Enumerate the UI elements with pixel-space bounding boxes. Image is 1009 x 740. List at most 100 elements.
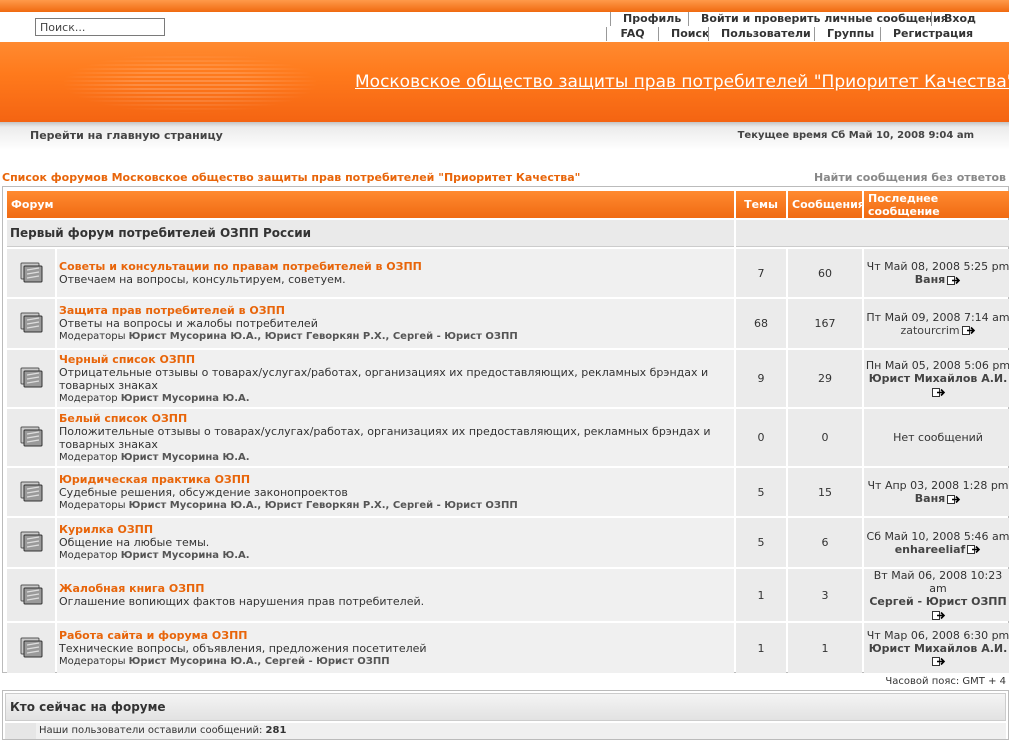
forum-topics-count: 68 (736, 299, 787, 348)
forum-info: Жалобная книга ОЗПП Оглашение вопиющих фа… (57, 569, 735, 621)
moderator-names[interactable]: Юрист Мусорина Ю.А. (121, 393, 250, 404)
forum-icon-cell (7, 299, 55, 348)
forum-info: Юридическая практика ОЗПП Судебные решени… (57, 468, 735, 516)
forum-info: Черный список ОЗПП Отрицательные отзывы о… (57, 350, 735, 407)
forum-posts-count: 167 (788, 299, 863, 348)
moderator-names[interactable]: Юрист Мусорина Ю.А. (121, 550, 250, 561)
nav-login-messages[interactable]: Войти и проверить личные сообщения (688, 12, 948, 26)
forum-last-post: Сб Май 10, 2008 5:46 am enhareeliaf (864, 518, 1009, 567)
nav-users[interactable]: Пользователи (708, 27, 814, 41)
nav-search[interactable]: Поиск (658, 27, 709, 41)
posts-total-count: 281 (265, 725, 287, 736)
category-title[interactable]: Первый форум потребителей ОЗПП России (7, 220, 735, 247)
last-post-author[interactable]: enhareeliaf (895, 543, 966, 556)
search-input[interactable] (35, 18, 165, 36)
forum-title-link[interactable]: Черный список ОЗПП (59, 353, 732, 366)
moderator-names[interactable]: Юрист Мусорина Ю.А., Юрист Геворкян Р.Х.… (129, 500, 518, 511)
forum-icon-cell (7, 350, 55, 407)
last-post-author[interactable]: Сергей - Юрист ОЗПП (869, 595, 1006, 608)
online-stats-row: Наши пользователи оставили сообщений: 28… (5, 723, 1006, 739)
forum-last-post: Чт Май 08, 2008 5:25 pm Ваня (864, 249, 1009, 297)
folder-icon (18, 312, 44, 338)
forum-row: Курилка ОЗПП Общение на любые темы. Модера… (7, 518, 1009, 567)
moderator-names[interactable]: Юрист Мусорина Ю.А., Юрист Геворкян Р.Х.… (129, 331, 518, 342)
forum-table-container: Форум Темы Сообщения Последнее сообщение… (2, 186, 1009, 673)
nav-register[interactable]: Регистрация (880, 27, 978, 41)
folder-icon (18, 584, 44, 610)
forum-last-post: Вт Май 06, 2008 10:23 am Сергей - Юрист О… (864, 569, 1009, 621)
last-post-author[interactable]: zatourcrim (900, 324, 959, 337)
forum-title-link[interactable]: Жалобная книга ОЗПП (59, 582, 732, 595)
moderator-label: Модераторы (59, 499, 126, 511)
last-post-date: Чт Май 08, 2008 5:25 pm (866, 260, 1009, 273)
forum-title-link[interactable]: Работа сайта и форума ОЗПП (59, 629, 732, 642)
last-post-date: Вт Май 06, 2008 10:23 am (873, 569, 1003, 595)
nav-login[interactable]: Вход (931, 12, 979, 26)
forum-row: Белый список ОЗПП Положительные отзывы о … (7, 409, 1009, 466)
forum-info: Защита прав потребителей в ОЗПП Ответы на… (57, 299, 735, 348)
posts-total-label: Наши пользователи оставили сообщений: (39, 725, 263, 736)
forum-title-link[interactable]: Советы и консультации по правам потребит… (59, 260, 732, 273)
forum-moderators: Модератор Юрист Мусорина Ю.А. (59, 549, 732, 562)
moderator-label: Модератор (59, 392, 118, 404)
top-orange-bar (0, 0, 1009, 12)
forum-moderators: Модераторы Юрист Мусорина Ю.А., Сергей -… (59, 655, 732, 668)
nav-row-2: FAQ Поиск Пользователи Группы Регистраци… (606, 27, 978, 41)
header-topics: Темы (736, 191, 787, 218)
forum-info: Работа сайта и форума ОЗПП Технические во… (57, 623, 735, 673)
goto-last-post-icon[interactable] (960, 324, 976, 337)
forum-last-post: Пт Май 09, 2008 7:14 am zatourcrim (864, 299, 1009, 348)
last-post-author[interactable]: Ваня (915, 492, 945, 505)
breadcrumb[interactable]: Список форумов Московское общество защит… (2, 171, 580, 184)
forum-table: Форум Темы Сообщения Последнее сообщение… (5, 189, 1009, 675)
forum-moderators: Модератор Юрист Мусорина Ю.А. (59, 451, 732, 464)
moderator-names[interactable]: Юрист Мусорина Ю.А., Сергей - Юрист ОЗПП (129, 656, 390, 667)
nav-profile[interactable]: Профиль (610, 12, 688, 26)
last-post-author[interactable]: Юрист Михайлов А.И. (869, 642, 1008, 655)
moderator-label: Модераторы (59, 331, 126, 342)
forum-description: Положительные отзывы о товарах/услугах/р… (59, 424, 711, 451)
goto-last-post-icon[interactable] (930, 385, 946, 398)
forum-row: Работа сайта и форума ОЗПП Технические во… (7, 623, 1009, 673)
goto-last-post-icon[interactable] (945, 273, 961, 286)
forum-posts-count: 0 (788, 409, 863, 466)
forum-topics-count: 0 (736, 409, 787, 466)
goto-last-post-icon[interactable] (965, 543, 981, 556)
forum-posts-count: 3 (788, 569, 863, 621)
forum-title-link[interactable]: Защита прав потребителей в ОЗПП (59, 304, 732, 317)
forum-posts-count: 6 (788, 518, 863, 567)
unanswered-posts-link[interactable]: Найти сообщения без ответов (814, 171, 1006, 184)
forum-description: Общение на любые темы. (59, 536, 210, 549)
goto-last-post-icon[interactable] (930, 655, 946, 668)
last-post-author[interactable]: Юрист Михайлов А.И. (869, 372, 1008, 385)
forum-title-link[interactable]: Белый список ОЗПП (59, 412, 732, 425)
forum-topics-count: 9 (736, 350, 787, 407)
last-post-date: Пн Май 05, 2008 5:06 pm (865, 359, 1009, 372)
last-post-date: Сб Май 10, 2008 5:46 am (866, 529, 1009, 543)
forum-title-link[interactable]: Юридическая практика ОЗПП (59, 473, 732, 486)
home-page-link[interactable]: Перейти на главную страницу (30, 129, 223, 142)
nav-row-1: Профиль Войти и проверить личные сообщен… (610, 12, 979, 26)
forum-last-post: Чт Апр 03, 2008 1:28 pm Ваня (864, 468, 1009, 516)
forum-topics-count: 1 (736, 569, 787, 621)
forum-row: Жалобная книга ОЗПП Оглашение вопиющих фа… (7, 569, 1009, 621)
forum-icon-cell (7, 623, 55, 673)
forum-icon-cell (7, 518, 55, 567)
folder-icon (18, 531, 44, 557)
moderator-names[interactable]: Юрист Мусорина Ю.А. (121, 452, 250, 463)
forum-last-post: Чт Мар 06, 2008 6:30 pm Юрист Михайлов А.… (864, 623, 1009, 673)
nav-faq[interactable]: FAQ (606, 27, 658, 41)
forum-icon-cell (7, 468, 55, 516)
forum-info: Советы и консультации по правам потребит… (57, 249, 735, 297)
forum-posts-count: 60 (788, 249, 863, 297)
last-post-author[interactable]: Ваня (915, 273, 945, 286)
forum-topics-count: 7 (736, 249, 787, 297)
forum-topics-count: 1 (736, 623, 787, 673)
forum-title-link[interactable]: Курилка ОЗПП (59, 523, 732, 536)
goto-last-post-icon[interactable] (945, 492, 961, 505)
folder-icon (18, 481, 44, 507)
folder-icon (18, 426, 44, 452)
goto-last-post-icon[interactable] (930, 608, 946, 621)
site-title-link[interactable]: Московское общество защиты прав потребит… (355, 72, 1009, 92)
nav-groups[interactable]: Группы (814, 27, 880, 41)
